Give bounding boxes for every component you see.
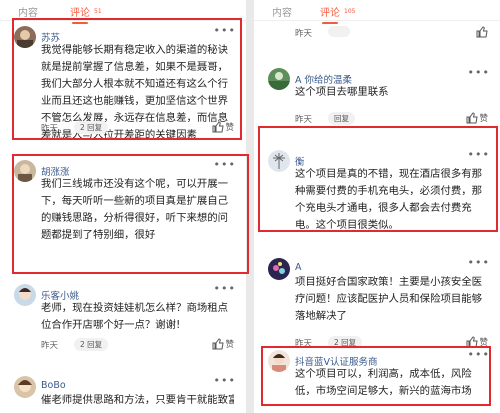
timestamp: 昨天 xyxy=(295,29,313,39)
comment-text: 这个项目可以，利润高，成本低，风险低，市场空间足够大，新兴的蓝海市场 xyxy=(295,368,472,397)
comment-item: 抖音蓝V认证服务商 ••• 这个项目可以，利润高，成本低，风险低，市场空间足够大… xyxy=(262,348,492,413)
timestamp: 昨天 xyxy=(295,339,313,349)
reply-button[interactable]: 2 回复 xyxy=(74,121,109,134)
timestamp: 昨天 xyxy=(41,341,59,351)
like-label: 赞 xyxy=(479,338,488,348)
thumbs-up-icon xyxy=(466,112,479,124)
right-panel: 内容 评论 105 昨天 A 你给的温柔 ••• 这个项目去哪里联系 昨天 回复… xyxy=(254,0,500,413)
comment-text: 这个项目去哪里联系 xyxy=(295,86,389,98)
comment-item: A ••• 项目挺好合国家政策！主要是小孩安全医疗问题！应该配医护人员和保险项目… xyxy=(262,256,492,349)
username[interactable]: A xyxy=(295,262,302,273)
like-button[interactable] xyxy=(476,26,488,38)
like-button[interactable]: 赞 xyxy=(466,336,488,348)
reply-button[interactable]: 回复 xyxy=(328,112,355,125)
comment-text: 老师，现在投资娃娃机怎么样？商场租点位合作开店哪个好一点？谢谢! xyxy=(41,302,229,331)
comment-text: 催老师提供思路和方法，只要肯干就能致富 xyxy=(41,394,234,406)
comment-count: 105 xyxy=(344,8,356,15)
tab-content[interactable]: 内容 xyxy=(272,4,292,19)
more-icon[interactable]: ••• xyxy=(214,374,236,387)
more-icon[interactable]: ••• xyxy=(468,348,490,361)
avatar[interactable] xyxy=(14,160,36,182)
more-icon[interactable]: ••• xyxy=(214,282,236,295)
thumbs-up-icon xyxy=(212,338,225,350)
comment-item: BoBo ••• 催老师提供思路和方法，只要肯干就能致富 xyxy=(8,374,238,413)
avatar[interactable] xyxy=(14,26,36,48)
comment-item: 胡涨涨 ••• 我们三线城市还没有这个呢，可以开展一下，每天听听一些新的项目真是… xyxy=(8,158,238,270)
username[interactable]: BoBo xyxy=(41,380,66,391)
reply-button[interactable] xyxy=(328,26,350,37)
more-icon[interactable]: ••• xyxy=(468,66,490,79)
timestamp: 昨天 xyxy=(295,115,313,125)
comment-meta: 昨天 2 回复 赞 xyxy=(295,336,488,350)
comment-item: 衡 ••• 这个项目是真的不错，现在酒店很多有那种需要付费的手机充电头，必须付费… xyxy=(262,148,492,231)
more-icon[interactable]: ••• xyxy=(214,158,236,171)
comment-meta: 昨天 回复 赞 xyxy=(295,112,488,126)
like-label: 赞 xyxy=(225,123,234,133)
avatar[interactable] xyxy=(268,350,290,372)
tab-comments[interactable]: 评论 xyxy=(320,4,340,24)
comment-meta: 昨天 2 回复 赞 xyxy=(41,121,234,135)
avatar[interactable] xyxy=(14,284,36,306)
comment-item: 昨天 xyxy=(262,26,492,42)
left-panel: 内容 评论 51 苏苏 ••• 我觉得能够长期有稳定收入的渠道的秘诀就是提前掌握… xyxy=(0,0,246,413)
more-icon[interactable]: ••• xyxy=(468,256,490,269)
like-label: 赞 xyxy=(225,340,234,350)
comment-item: A 你给的温柔 ••• 这个项目去哪里联系 昨天 回复 赞 xyxy=(262,66,492,138)
more-icon[interactable]: ••• xyxy=(468,148,490,161)
avatar[interactable] xyxy=(268,68,290,90)
like-button[interactable]: 赞 xyxy=(466,112,488,124)
comment-count: 51 xyxy=(94,8,102,15)
tab-content[interactable]: 内容 xyxy=(18,4,38,19)
comment-meta: 昨天 xyxy=(295,26,488,40)
tab-comments[interactable]: 评论 xyxy=(70,4,90,24)
comment-meta: 昨天 2 回复 赞 xyxy=(41,338,234,352)
comment-text: 我们三线城市还没有这个呢，可以开展一下，每天听听一些新的项目真是扩展自己的赚钱思… xyxy=(41,178,229,241)
more-icon[interactable]: ••• xyxy=(214,24,236,37)
like-label: 赞 xyxy=(479,114,488,124)
reply-button[interactable]: 2 回复 xyxy=(74,338,109,351)
timestamp: 昨天 xyxy=(41,124,59,134)
tab-bar: 内容 评论 105 xyxy=(254,0,500,24)
like-button[interactable]: 赞 xyxy=(212,338,234,350)
like-button[interactable]: 赞 xyxy=(212,121,234,133)
comment-item: 乐客小姚 ••• 老师，现在投资娃娃机怎么样？商场租点位合作开店哪个好一点？谢谢… xyxy=(8,282,238,354)
thumbs-up-icon xyxy=(466,336,479,348)
thumbs-up-icon xyxy=(476,26,488,38)
reply-button[interactable]: 2 回复 xyxy=(328,336,363,349)
comment-text: 这个项目是真的不错，现在酒店很多有那种需要付费的手机充电头，必须付费，那个充电头… xyxy=(295,168,483,231)
avatar[interactable] xyxy=(268,150,290,172)
comment-item: 苏苏 ••• 我觉得能够长期有稳定收入的渠道的秘诀就是提前掌握了信息差，如果不是… xyxy=(8,24,238,141)
avatar[interactable] xyxy=(268,258,290,280)
comment-text: 项目挺好合国家政策！主要是小孩安全医疗问题！应该配医护人员和保险项目能够落地解决… xyxy=(295,276,483,322)
thumbs-up-icon xyxy=(212,121,225,133)
avatar[interactable] xyxy=(14,376,36,398)
tab-bar: 内容 评论 51 xyxy=(0,0,246,24)
